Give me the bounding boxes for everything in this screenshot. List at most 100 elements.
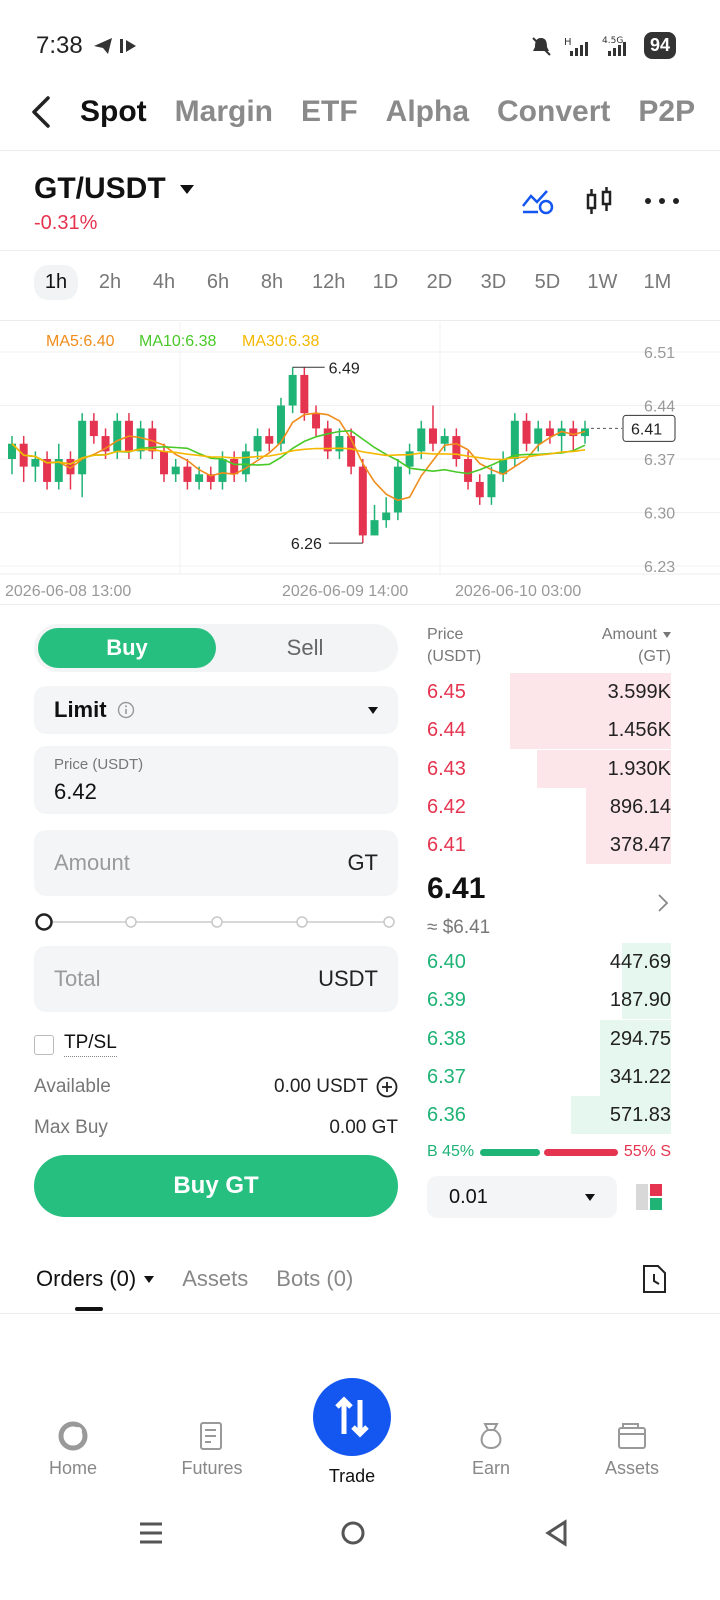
tab-bots[interactable]: Bots (0)	[276, 1266, 353, 1292]
total-input[interactable]: Total USDT	[34, 946, 398, 1012]
tab-spot[interactable]: Spot	[80, 95, 147, 129]
ob-amount: 341.22	[609, 1065, 671, 1088]
ob-amount-header-wrap[interactable]: Amount (GT)	[602, 624, 671, 668]
nav-futures[interactable]: Futures	[152, 1420, 272, 1479]
nav-trade[interactable]: Trade	[292, 1466, 412, 1487]
timeframe-6h[interactable]: 6h	[196, 265, 240, 300]
nav-earn[interactable]: Earn	[431, 1420, 551, 1479]
candle	[534, 428, 543, 444]
order-book-layout-icon[interactable]	[634, 1182, 664, 1212]
nav-earn-label: Earn	[471, 1458, 511, 1478]
y-tick-label: 6.37	[644, 452, 675, 469]
nav-assets[interactable]: Assets	[572, 1420, 692, 1479]
chevron-right-icon[interactable]	[656, 892, 670, 914]
tab-alpha[interactable]: Alpha	[386, 95, 469, 129]
timeframe-1w[interactable]: 1W	[579, 265, 625, 300]
tab-assets[interactable]: Assets	[182, 1266, 248, 1292]
caret-down-icon	[368, 706, 378, 714]
tpsl-toggle[interactable]: TP/SL	[34, 1032, 117, 1057]
current-price-label: 6.41	[631, 421, 662, 438]
timeframe-12h[interactable]: 12h	[304, 265, 353, 300]
home-system-icon[interactable]	[341, 1521, 365, 1545]
nav-home[interactable]: Home	[13, 1420, 133, 1479]
ratio-bar-buy	[480, 1148, 541, 1156]
divider	[0, 250, 720, 251]
tab-orders[interactable]: Orders (0)	[36, 1266, 155, 1292]
candle	[241, 451, 250, 475]
ob-amount-unit: (GT)	[638, 648, 671, 665]
candlestick-chart[interactable]: MA5:6.40 MA10:6.38 MA30:6.38 6.51 6.44 6.3…	[0, 322, 720, 604]
candle	[440, 436, 449, 444]
more-icon[interactable]	[644, 196, 680, 206]
system-nav-bar	[140, 1519, 567, 1547]
timeframe-3d[interactable]: 3D	[471, 265, 515, 300]
bid-row[interactable]: 6.39 187.90	[427, 981, 671, 1020]
y-axis: 6.51 6.44 6.37 6.30 6.23	[644, 345, 675, 576]
ask-row[interactable]: 6.43 1.930K	[427, 749, 671, 788]
total-unit: USDT	[318, 966, 378, 991]
candle	[183, 466, 192, 482]
price-alert-icon[interactable]	[520, 186, 554, 216]
ob-price: 6.42	[427, 795, 466, 818]
back-icon[interactable]	[28, 94, 56, 130]
timeframe-2h[interactable]: 2h	[88, 265, 132, 300]
caret-down-icon	[144, 1275, 155, 1283]
slider-thumb[interactable]	[35, 913, 53, 931]
svg-text:H: H	[564, 37, 572, 48]
candle	[288, 374, 297, 406]
tpsl-label: TP/SL	[64, 1032, 117, 1057]
amount-input[interactable]: Amount GT	[34, 830, 398, 896]
trade-arrows-icon	[335, 1396, 369, 1438]
order-type-select[interactable]: Limit	[34, 686, 398, 734]
price-change: -0.31%	[34, 212, 98, 234]
back-system-icon[interactable]	[545, 1519, 567, 1547]
pair-selector[interactable]: GT/USDT	[34, 172, 194, 206]
info-icon[interactable]	[117, 701, 135, 719]
caret-down-icon	[179, 184, 194, 194]
candlestick-icon[interactable]	[584, 186, 614, 216]
trade-fab[interactable]	[313, 1378, 391, 1456]
ask-row[interactable]: 6.42 896.14	[427, 787, 671, 826]
bid-row[interactable]: 6.36 571.83	[427, 1096, 671, 1135]
price-input[interactable]: Price (USDT) 6.42	[34, 746, 398, 814]
ob-amount: 378.47	[609, 834, 671, 857]
tpsl-checkbox[interactable]	[34, 1034, 54, 1055]
timeframe-1m[interactable]: 1M	[635, 265, 679, 300]
sell-tab[interactable]: Sell	[216, 628, 394, 668]
price-value: 6.42	[54, 779, 97, 804]
ob-price: 6.45	[427, 681, 466, 703]
bid-row[interactable]: 6.40 447.69	[427, 943, 671, 981]
bid-row[interactable]: 6.38 294.75	[427, 1019, 671, 1058]
ask-row[interactable]: 6.45 3.599K	[427, 673, 671, 711]
ask-row[interactable]: 6.41 378.47	[427, 826, 671, 865]
amount-slider[interactable]	[34, 912, 398, 932]
buy-gt-button[interactable]: Buy GT	[34, 1155, 398, 1217]
ob-price: 6.37	[427, 1065, 466, 1088]
timeframe-8h[interactable]: 8h	[250, 265, 294, 300]
tab-convert[interactable]: Convert	[497, 95, 610, 129]
buy-tab[interactable]: Buy	[38, 628, 216, 668]
nav-assets-label: Assets	[604, 1458, 660, 1478]
x-tick-label: 2026-06-09 14:00	[282, 583, 408, 600]
bid-row[interactable]: 6.37 341.22	[427, 1057, 671, 1096]
timeframe-5d[interactable]: 5D	[525, 265, 569, 300]
add-funds-icon[interactable]	[376, 1076, 398, 1098]
tab-p2p[interactable]: P2P	[638, 95, 695, 129]
tab-margin[interactable]: Margin	[175, 95, 273, 129]
tab-etf[interactable]: ETF	[301, 95, 358, 129]
depth-precision-select[interactable]: 0.01	[427, 1176, 617, 1218]
available-value: 0.00 USDT	[274, 1076, 368, 1097]
timeframe-1d[interactable]: 1D	[363, 265, 407, 300]
recents-icon[interactable]	[140, 1522, 162, 1544]
order-book-header: Price (USDT) Amount (GT)	[427, 624, 671, 668]
ask-row[interactable]: 6.44 1.456K	[427, 711, 671, 750]
order-history-icon[interactable]	[640, 1264, 668, 1294]
timeframe-2d[interactable]: 2D	[417, 265, 461, 300]
timeframe-4h[interactable]: 4h	[142, 265, 186, 300]
ob-amount: 3.599K	[607, 681, 671, 703]
timeframe-1h[interactable]: 1h	[34, 265, 78, 300]
candle	[195, 474, 204, 482]
candle	[89, 420, 98, 437]
total-placeholder: Total	[54, 966, 101, 991]
max-buy-label: Max Buy	[34, 1117, 108, 1138]
